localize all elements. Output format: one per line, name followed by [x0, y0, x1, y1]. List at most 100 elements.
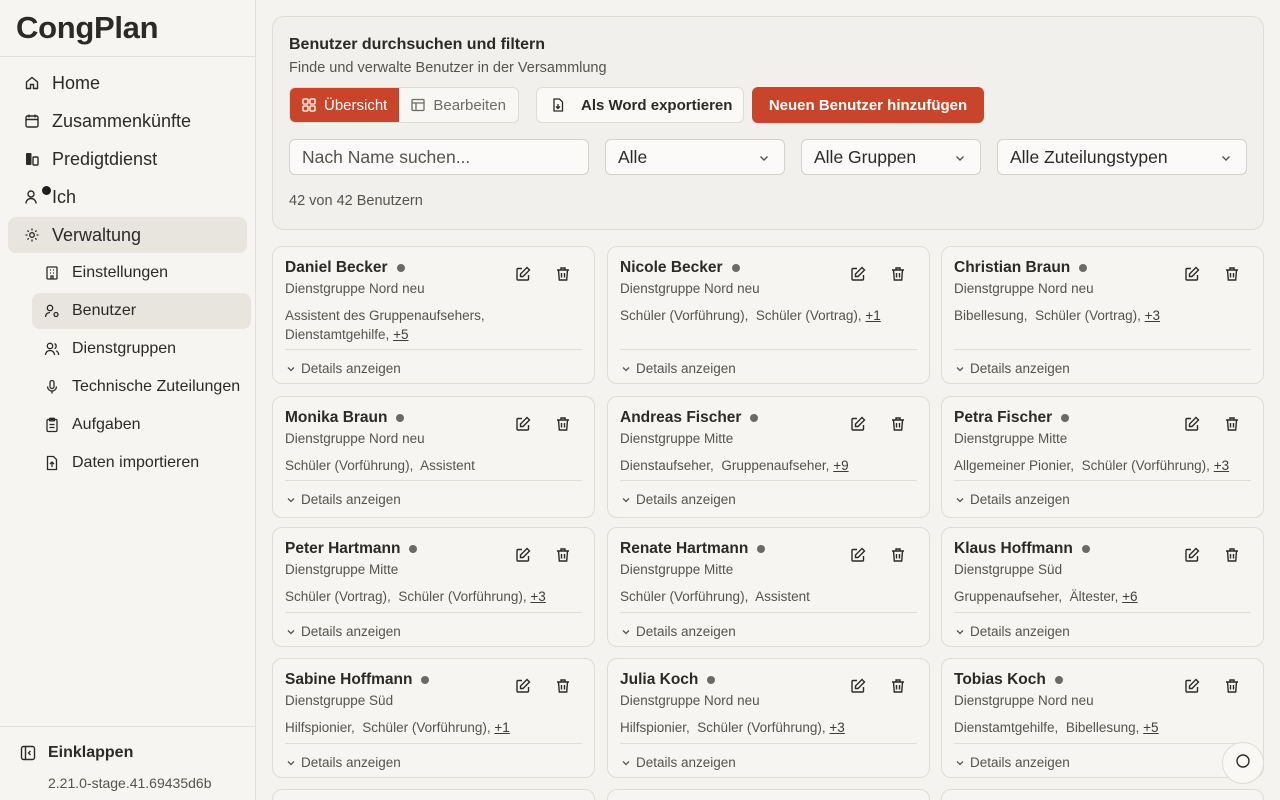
more-roles-link[interactable]: +1 [494, 720, 509, 735]
user-name-row: Peter Hartmann [285, 540, 418, 558]
add-user-button[interactable]: Neuen Benutzer hinzufügen [752, 87, 984, 123]
chevron-down-icon [285, 363, 297, 375]
details-toggle[interactable]: Details anzeigen [285, 361, 401, 376]
trash-icon[interactable] [889, 415, 907, 433]
chevron-down-icon [620, 757, 632, 769]
export-word-button[interactable]: Als Word exportieren [536, 87, 744, 123]
details-toggle[interactable]: Details anzeigen [620, 624, 736, 639]
gear-icon [24, 227, 40, 243]
edit-icon[interactable] [849, 415, 867, 433]
edit-icon[interactable] [514, 677, 532, 695]
more-roles-link[interactable]: +5 [1143, 720, 1158, 735]
view-overview-button[interactable]: Übersicht [290, 88, 400, 122]
edit-icon[interactable] [1183, 546, 1201, 564]
nav-ministry[interactable]: Predigtdienst [8, 141, 247, 177]
more-roles-link[interactable]: +1 [865, 308, 880, 323]
nav-tasks-label: Aufgaben [72, 416, 141, 433]
details-label: Details anzeigen [636, 755, 736, 770]
edit-icon[interactable] [1183, 415, 1201, 433]
nav-users[interactable]: Benutzer [32, 293, 251, 329]
microphone-icon [44, 379, 60, 395]
calendar-icon [24, 113, 40, 129]
trash-icon[interactable] [889, 677, 907, 695]
nav-service-groups[interactable]: Dienstgruppen [32, 331, 251, 367]
trash-icon[interactable] [889, 265, 907, 283]
user-name: Nicole Becker [620, 259, 723, 276]
role: Allgemeiner Pionier, [954, 458, 1075, 473]
details-toggle[interactable]: Details anzeigen [954, 492, 1070, 507]
edit-icon[interactable] [514, 265, 532, 283]
more-roles-link[interactable]: +6 [1122, 589, 1137, 604]
role: Assistent [755, 589, 810, 604]
user-card: Andreas Fischer Dienstgruppe Mitte Diensta… [607, 396, 930, 518]
edit-icon[interactable] [849, 546, 867, 564]
trash-icon[interactable] [1223, 546, 1241, 564]
card-divider [620, 349, 917, 350]
edit-icon[interactable] [514, 546, 532, 564]
assignment-type-select-value: Alle Zuteilungstypen [1010, 146, 1168, 167]
nav-settings[interactable]: Einstellungen [32, 255, 251, 291]
edit-icon[interactable] [514, 415, 532, 433]
nav-admin[interactable]: Verwaltung [8, 217, 247, 253]
role: Gruppenaufseher, [954, 589, 1063, 604]
trash-icon[interactable] [1223, 677, 1241, 695]
nav-meetings[interactable]: Zusammenkünfte [8, 103, 247, 139]
nav-home[interactable]: Home [8, 65, 247, 101]
trash-icon[interactable] [554, 677, 572, 695]
edit-icon[interactable] [1183, 677, 1201, 695]
user-name-row: Daniel Becker [285, 259, 405, 277]
more-roles-link[interactable]: +3 [829, 720, 844, 735]
details-toggle[interactable]: Details anzeigen [954, 361, 1070, 376]
details-toggle[interactable]: Details anzeigen [620, 492, 736, 507]
more-roles-link[interactable]: +9 [833, 458, 848, 473]
trash-icon[interactable] [554, 265, 572, 283]
more-roles-link[interactable]: +3 [1214, 458, 1229, 473]
more-roles-link[interactable]: +5 [393, 327, 408, 342]
user-card: Peter Hartmann Dienstgruppe Mitte Schüler … [272, 527, 595, 647]
more-roles-link[interactable]: +3 [530, 589, 545, 604]
user-group: Dienstgruppe Mitte [954, 431, 1068, 446]
nav-me[interactable]: Ich [8, 179, 247, 215]
nav-import[interactable]: Daten importieren [32, 445, 251, 481]
details-toggle[interactable]: Details anzeigen [620, 361, 736, 376]
help-button[interactable] [1222, 742, 1264, 784]
details-toggle[interactable]: Details anzeigen [620, 755, 736, 770]
group-select[interactable]: Alle Gruppen [801, 139, 981, 175]
details-toggle[interactable]: Details anzeigen [285, 492, 401, 507]
details-label: Details anzeigen [636, 361, 736, 376]
edit-icon[interactable] [849, 265, 867, 283]
user-card: Nicole Becker Dienstgruppe Nord neu Schüle… [607, 246, 930, 384]
app-title: CongPlan [0, 0, 255, 57]
edit-icon[interactable] [1183, 265, 1201, 283]
role: Hilfspionier, [285, 720, 355, 735]
card-divider [285, 612, 582, 613]
user-name-row: Monika Braun [285, 409, 405, 427]
user-group: Dienstgruppe Mitte [620, 562, 734, 577]
search-input[interactable] [289, 139, 589, 175]
nav-tasks[interactable]: Aufgaben [32, 407, 251, 443]
status-select[interactable]: Alle [605, 139, 785, 175]
nav-admin-label: Verwaltung [52, 224, 142, 245]
details-toggle[interactable]: Details anzeigen [954, 755, 1070, 770]
collapse-button[interactable]: Einklappen [20, 744, 133, 762]
details-toggle[interactable]: Details anzeigen [954, 624, 1070, 639]
trash-icon[interactable] [554, 415, 572, 433]
trash-icon[interactable] [1223, 415, 1241, 433]
trash-icon[interactable] [889, 546, 907, 564]
more-roles-link[interactable]: +3 [1145, 308, 1160, 323]
role: Schüler (Vorführung), [697, 720, 826, 735]
view-edit-button[interactable]: Bearbeiten [399, 88, 518, 122]
details-toggle[interactable]: Details anzeigen [285, 624, 401, 639]
role: Assistent des Gruppenaufsehers, [285, 308, 485, 323]
details-toggle[interactable]: Details anzeigen [285, 755, 401, 770]
status-dot [421, 676, 430, 684]
nav-technical[interactable]: Technische Zuteilungen [32, 369, 251, 405]
user-name-row: Christian Braun [954, 259, 1088, 277]
trash-icon[interactable] [1223, 265, 1241, 283]
trash-icon[interactable] [554, 546, 572, 564]
assignment-type-select[interactable]: Alle Zuteilungstypen [997, 139, 1247, 175]
status-dot [731, 264, 740, 272]
user-name-row: Klaus Hoffmann [954, 540, 1090, 558]
edit-icon[interactable] [849, 677, 867, 695]
notification-dot [42, 186, 51, 195]
